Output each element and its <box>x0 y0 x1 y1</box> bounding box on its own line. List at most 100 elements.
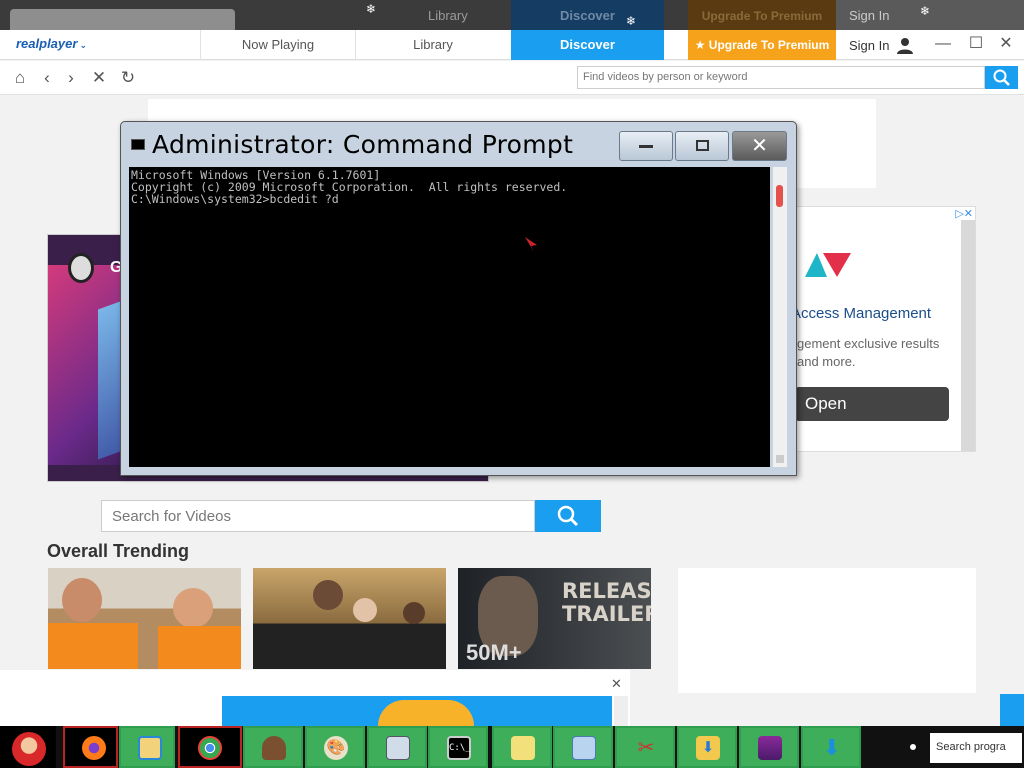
taskbar-item-paint[interactable]: 🎨 <box>305 726 365 768</box>
download-arrow-icon: ⬇ <box>822 735 842 760</box>
video-search-button[interactable] <box>535 500 601 532</box>
taskbar-item-calculator[interactable] <box>367 726 427 768</box>
user-icon[interactable] <box>896 37 914 55</box>
skull-logo-icon <box>68 253 94 283</box>
thumbnail-figure <box>313 580 343 610</box>
background-window-titlebar: Library Discover Upgrade To Premium Sign… <box>0 0 1024 30</box>
minimize-button[interactable] <box>619 131 673 161</box>
wizard-icon <box>262 736 286 760</box>
close-icon[interactable]: ✕ <box>611 676 622 692</box>
back-icon[interactable]: ‹ <box>37 68 57 88</box>
banner-sun-graphic <box>378 700 474 726</box>
close-icon[interactable]: ✕ <box>997 35 1015 53</box>
vertical-scrollbar[interactable] <box>773 167 787 467</box>
search-icon <box>993 69 1010 86</box>
taskbar-item-cmd[interactable]: C:\_ <box>428 726 488 768</box>
minimize-icon[interactable]: — <box>934 35 952 53</box>
start-search-box[interactable]: Search progra <box>930 733 1022 763</box>
background-window-tab <box>10 9 235 30</box>
snowflake-icon: ❄ <box>920 4 931 18</box>
document-icon <box>572 736 596 760</box>
section-title: Overall Trending <box>47 541 190 561</box>
navigation-bar: ⌂ ‹ › ✕ ↻ Find videos by person or keywo… <box>0 61 1024 95</box>
banner-scrollbar[interactable] <box>614 696 628 726</box>
ad-side-strip <box>961 207 975 451</box>
video-thumbnail[interactable] <box>253 568 446 669</box>
forward-icon[interactable]: › <box>61 68 81 88</box>
realplayer-logo[interactable]: realplayer ⌄ <box>16 36 87 51</box>
taskbar-item-notes[interactable] <box>492 726 552 768</box>
sidebar-ad[interactable]: ▷✕ Access Management gement exclusive re… <box>796 206 976 452</box>
start-search-placeholder: Search progra <box>936 741 1006 753</box>
ad-placeholder-panel <box>678 568 976 693</box>
ad-title: Access Management <box>796 305 932 322</box>
background-discover-tab: Discover <box>511 0 664 30</box>
tray-indicator <box>910 744 916 750</box>
banner-edge <box>1000 694 1024 726</box>
thumbnail-figure <box>158 626 241 669</box>
ad-choices-icon[interactable]: ▷✕ <box>953 207 975 220</box>
refresh-icon[interactable]: ↻ <box>118 68 138 88</box>
tab-library[interactable]: Library <box>355 30 510 60</box>
video-thumbnail[interactable]: RELEASE TRAILER 50M+ <box>458 568 651 669</box>
upgrade-premium-button[interactable]: ★ Upgrade To Premium <box>688 30 836 60</box>
close-button[interactable]: ✕ <box>732 131 787 161</box>
tab-discover[interactable]: Discover <box>511 30 664 60</box>
video-thumbnail[interactable] <box>48 568 241 669</box>
taskbar-item-downloads[interactable]: ⬇ <box>677 726 737 768</box>
console-output[interactable]: Microsoft Windows [Version 6.1.7601] Copy… <box>129 167 770 467</box>
maximize-icon[interactable]: ☐ <box>967 35 985 53</box>
thumbnail-figure <box>353 598 377 622</box>
thumbnail-figure <box>62 578 102 622</box>
maximize-icon <box>695 140 709 151</box>
video-search-input[interactable]: Search for Videos <box>101 500 535 532</box>
snowflake-icon: ❄ <box>366 2 377 16</box>
command-prompt-window[interactable]: Administrator: Command Prompt ✕ Microsof… <box>120 121 797 476</box>
downloads-folder-icon: ⬇ <box>696 736 720 760</box>
scroll-down-arrow[interactable] <box>776 455 784 463</box>
snowflake-icon: ❄ <box>626 14 637 28</box>
background-library-tab: Library <box>428 8 468 23</box>
taskbar-item-download[interactable]: ⬇ <box>801 726 861 768</box>
cmd-window-icon <box>131 139 145 150</box>
window-title: Administrator: Command Prompt <box>152 130 574 159</box>
background-sign-in: Sign In <box>849 8 890 23</box>
start-button[interactable] <box>0 726 56 768</box>
thumbnail-figure <box>403 602 425 624</box>
search-input[interactable]: Find videos by person or keyword <box>577 66 985 89</box>
file-explorer-icon <box>138 736 162 760</box>
mouse-cursor-icon <box>525 237 537 252</box>
stop-icon[interactable]: ✕ <box>89 68 109 88</box>
taskbar-item-chrome[interactable] <box>178 726 242 768</box>
background-premium-button: Upgrade To Premium <box>688 0 836 30</box>
tab-now-playing[interactable]: Now Playing <box>200 30 355 60</box>
taskbar-item-scissors[interactable]: ✂ <box>615 726 675 768</box>
firefox-icon <box>82 736 106 760</box>
scissors-icon: ✂ <box>637 737 655 759</box>
taskbar-item-firefox[interactable] <box>63 726 118 768</box>
minimize-icon <box>639 145 653 148</box>
thumbnail-text: RELEASE TRAILER <box>562 579 651 626</box>
ad-subtitle: gement exclusive results and more. <box>797 336 940 369</box>
chrome-icon <box>198 736 222 760</box>
thumbnail-figure <box>48 623 138 669</box>
brand-logo-icon <box>805 253 851 277</box>
search-button[interactable] <box>985 66 1018 89</box>
taskbar-item-files[interactable] <box>119 726 175 768</box>
thumbnail-views: 50M+ <box>466 640 522 665</box>
maximize-button[interactable] <box>675 131 729 161</box>
taskbar-item-document[interactable] <box>553 726 613 768</box>
thumbnail-figure <box>173 588 213 628</box>
search-icon <box>557 505 579 527</box>
taskbar-item-winrar[interactable] <box>739 726 799 768</box>
taskbar-item-wizard[interactable] <box>243 726 303 768</box>
notes-icon <box>511 736 535 760</box>
chevron-down-icon: ⌄ <box>79 40 87 50</box>
calculator-icon <box>386 736 410 760</box>
home-icon[interactable]: ⌂ <box>10 68 30 88</box>
ad-open-button[interactable]: Open <box>797 387 949 421</box>
bottom-banner-ad[interactable]: ✕ <box>0 670 630 726</box>
scrollbar-thumb[interactable] <box>776 185 783 207</box>
console-line: C:\Windows\system32>bcdedit ?d <box>131 192 339 206</box>
sign-in-link[interactable]: Sign In <box>849 38 889 53</box>
